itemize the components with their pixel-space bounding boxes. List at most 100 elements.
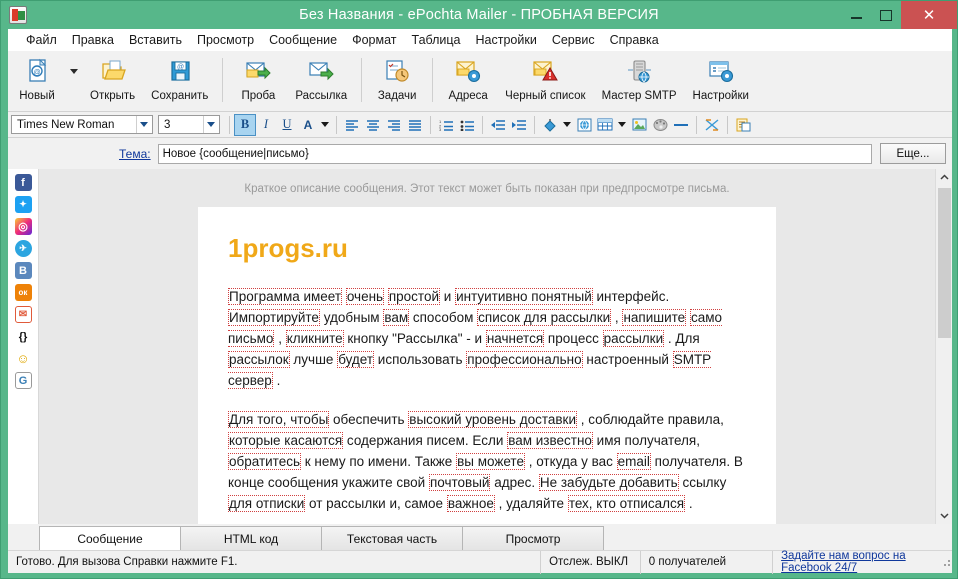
spellcheck-run: будет <box>337 351 375 368</box>
indent-icon[interactable] <box>509 115 529 135</box>
fill-color-icon[interactable] <box>540 115 560 135</box>
toolbar-open-button[interactable]: Открыть <box>82 51 143 107</box>
insert-link-icon[interactable] <box>574 115 594 135</box>
spellcheck-run: обратитесь <box>228 453 302 470</box>
text-run: , соблюдайте правила, <box>577 412 724 427</box>
italic-button[interactable]: I <box>256 115 276 135</box>
palette-icon[interactable] <box>650 115 670 135</box>
mailing-send-icon <box>306 58 336 86</box>
instagram-icon[interactable]: ◎ <box>14 218 32 235</box>
align-left-icon[interactable] <box>342 115 362 135</box>
outdent-icon[interactable] <box>488 115 508 135</box>
toolbar-settings-button[interactable]: Настройки <box>685 51 757 107</box>
chevron-down-icon[interactable] <box>203 116 217 133</box>
minimize-button[interactable] <box>841 1 871 29</box>
code-braces-icon[interactable]: {} <box>14 328 32 345</box>
tab-message[interactable]: Сообщение <box>39 526 181 550</box>
spellcheck-run: которые касаются <box>228 432 344 449</box>
italic-label: I <box>263 117 269 131</box>
underline-button[interactable]: U <box>277 115 297 135</box>
fill-color-dropdown[interactable] <box>561 115 573 135</box>
twitter-icon[interactable]: ✦ <box>14 196 32 213</box>
font-color-dropdown[interactable] <box>319 115 331 135</box>
align-center-icon[interactable] <box>363 115 383 135</box>
smiley-icon[interactable]: ☺ <box>14 350 32 367</box>
chevron-down-icon[interactable] <box>136 116 150 133</box>
scrollbar-thumb[interactable] <box>937 188 951 338</box>
toolbar-blacklist-label: Черный список <box>505 90 586 102</box>
toolbar-save-label: Сохранить <box>151 90 209 102</box>
email-icon[interactable]: ✉ <box>14 306 32 323</box>
align-justify-icon[interactable] <box>405 115 425 135</box>
insert-table-dropdown[interactable] <box>616 115 628 135</box>
toolbar-blacklist-button[interactable]: Черный список <box>497 51 593 107</box>
toolbar-test-button[interactable]: Проба <box>229 51 287 107</box>
menu-item-format[interactable]: Формат <box>345 30 403 50</box>
toolbar-settings-label: Настройки <box>692 90 749 102</box>
scrollbar-track[interactable] <box>936 186 953 507</box>
menu-item-help[interactable]: Справка <box>603 30 666 50</box>
insert-table-icon[interactable] <box>595 115 615 135</box>
menu-item-settings[interactable]: Настройки <box>469 30 544 50</box>
font-color-button[interactable]: A <box>298 115 318 135</box>
toolbar-smtp-wizard-button[interactable]: Мастер SMTP <box>594 51 685 107</box>
menu-item-service[interactable]: Сервис <box>545 30 602 50</box>
numbered-list-icon[interactable]: 123 <box>436 115 456 135</box>
toolbar-tasks-button[interactable]: Задачи <box>368 51 426 107</box>
facebook-icon[interactable]: f <box>14 174 32 191</box>
menu-item-file[interactable]: Файл <box>19 30 64 50</box>
editor-vertical-scrollbar[interactable] <box>935 169 952 524</box>
open-folder-icon <box>98 58 128 86</box>
text-run: , откуда у вас <box>524 454 617 469</box>
subject-input[interactable] <box>157 143 872 164</box>
wysiwyg-editor[interactable]: Краткое описание сообщения. Этот текст м… <box>39 169 935 524</box>
maximize-button[interactable] <box>871 1 901 29</box>
google-icon[interactable]: G <box>14 372 32 389</box>
insert-image-icon[interactable] <box>629 115 649 135</box>
menu-item-edit[interactable]: Правка <box>65 30 121 50</box>
more-options-button[interactable]: Еще... <box>880 143 946 164</box>
paragraph-2: Для того, чтобы обеспечить высокий урове… <box>228 409 746 514</box>
paste-template-icon[interactable] <box>733 115 753 135</box>
odnoklassniki-icon[interactable]: ок <box>14 284 32 301</box>
google-glyph: G <box>18 374 28 387</box>
scroll-up-icon[interactable] <box>936 169 953 186</box>
toolbar-save-button[interactable]: @ Сохранить <box>143 51 216 107</box>
resize-grip[interactable] <box>940 556 951 568</box>
align-right-icon[interactable] <box>384 115 404 135</box>
status-tracking: Отслеж. ВЫКЛ <box>549 556 629 568</box>
menu-item-view[interactable]: Просмотр <box>190 30 261 50</box>
toolbar-addresses-label: Адреса <box>448 90 488 102</box>
toolbar-new-button[interactable]: @ Новый <box>8 51 66 107</box>
toolbar-new-dropdown[interactable] <box>66 51 82 107</box>
horizontal-rule-icon[interactable] <box>671 115 691 135</box>
toolbar-mailing-button[interactable]: Рассылка <box>287 51 355 107</box>
close-button[interactable]: ✕ <box>901 1 957 29</box>
editor-body-area: f ✦ ◎ ✈ B ок ✉ {} ☺ G Краткое описание с… <box>8 169 952 524</box>
scroll-down-icon[interactable] <box>936 507 953 524</box>
tab-preview[interactable]: Просмотр <box>462 526 604 550</box>
spellcheck-run: для отписки <box>228 495 306 512</box>
menu-item-insert[interactable]: Вставить <box>122 30 189 50</box>
format-separator-7 <box>727 115 728 134</box>
toolbar-addresses-button[interactable]: Адреса <box>439 51 497 107</box>
tab-text-part[interactable]: Текстовая часть <box>321 526 463 550</box>
chevron-down-icon <box>70 69 78 74</box>
telegram-icon[interactable]: ✈ <box>14 240 32 257</box>
email-letter-card[interactable]: 1progs.ru Программа имеет очень простой … <box>198 207 776 524</box>
text-run: лучше <box>289 352 338 367</box>
font-family-select[interactable]: Times New Roman <box>11 115 153 134</box>
text-run: кнопку "Рассылка" - и <box>343 331 486 346</box>
bulleted-list-icon[interactable] <box>457 115 477 135</box>
status-facebook-link-cell[interactable]: Задайте нам вопрос на Facebook 24/7 <box>773 550 940 574</box>
clear-formatting-icon[interactable] <box>702 115 722 135</box>
spellcheck-run: email <box>616 453 651 470</box>
vk-icon[interactable]: B <box>14 262 32 279</box>
facebook-support-link[interactable]: Задайте нам вопрос на Facebook 24/7 <box>781 550 932 574</box>
toolbar-group-tools: Адреса Черный список Мастер SMTP Настрой… <box>439 51 757 112</box>
bold-button[interactable]: B <box>234 113 256 136</box>
font-size-select[interactable]: 3 <box>158 115 220 134</box>
menu-item-table[interactable]: Таблица <box>405 30 468 50</box>
menu-item-message[interactable]: Сообщение <box>262 30 344 50</box>
tab-html-code[interactable]: HTML код <box>180 526 322 550</box>
